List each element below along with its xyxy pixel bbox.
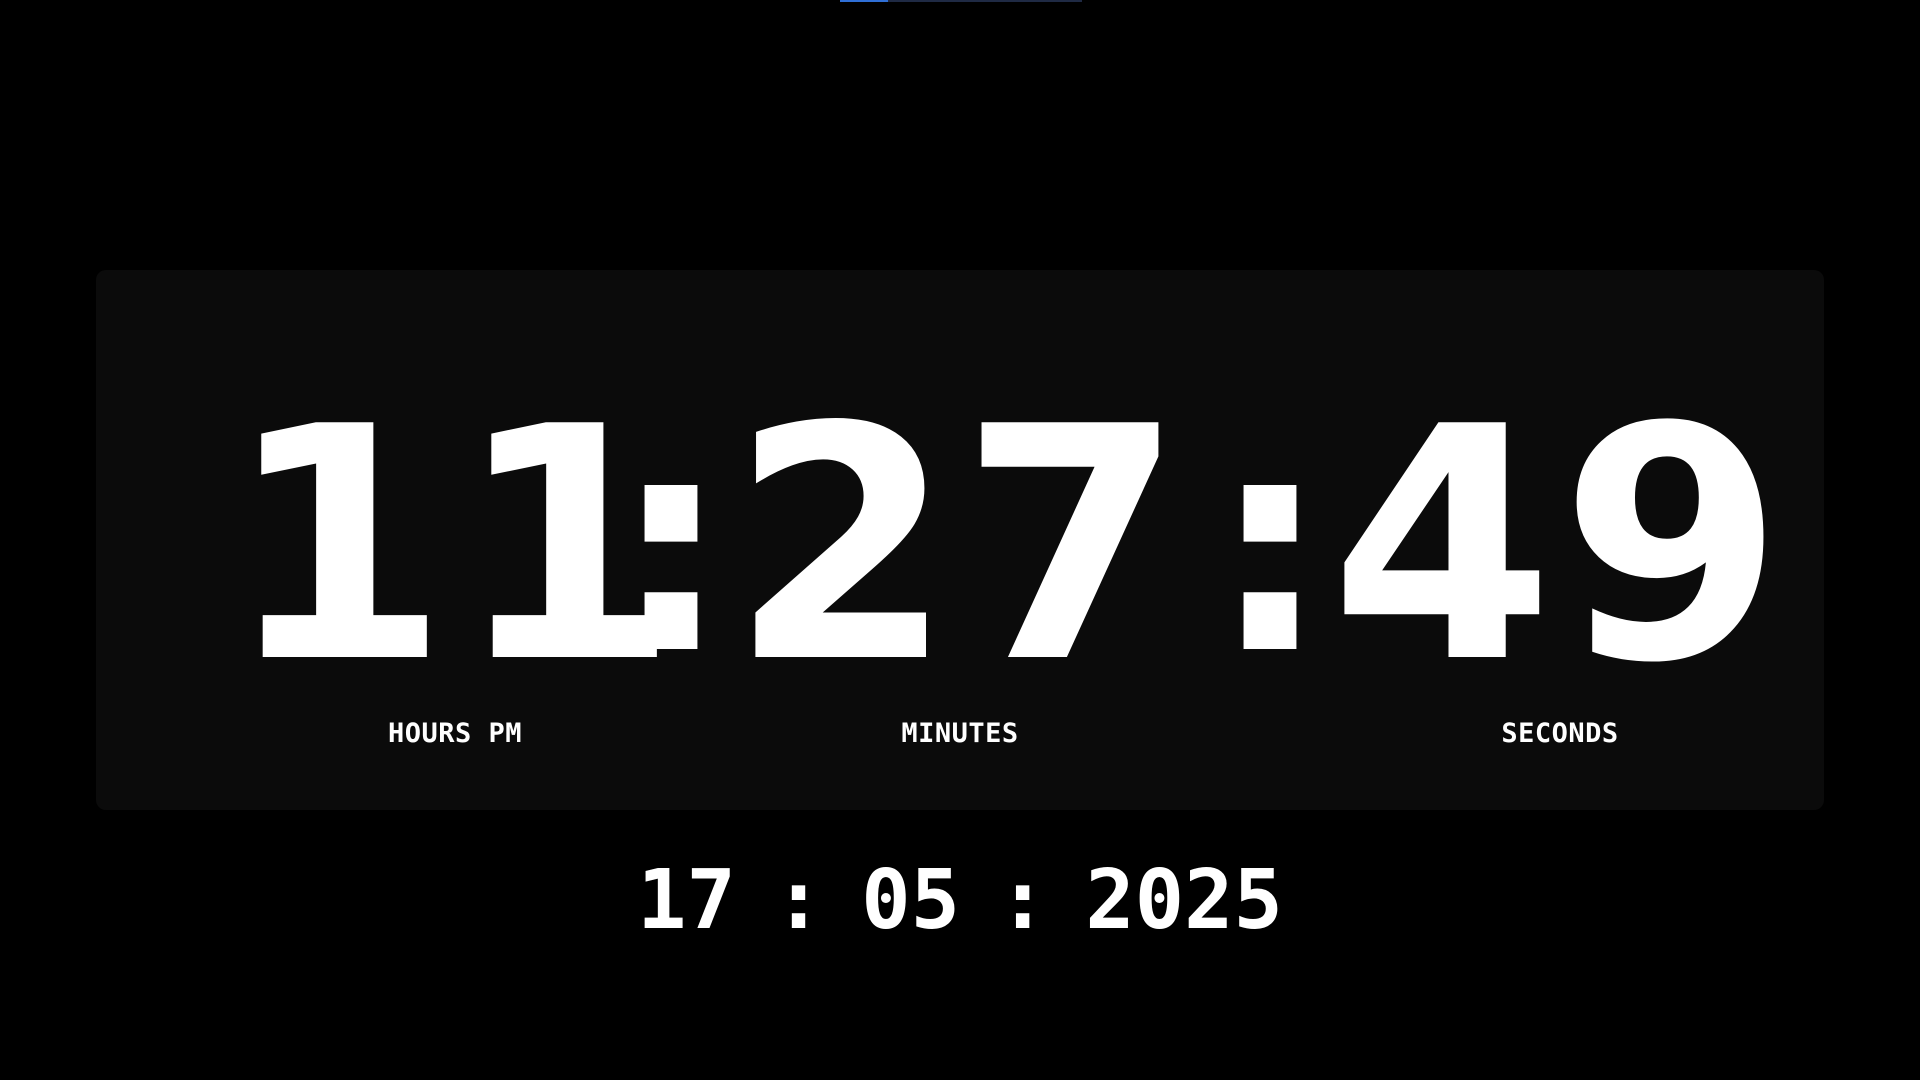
seconds-value: 49 xyxy=(1329,358,1791,733)
date-year: 2025 xyxy=(1085,853,1283,948)
date-separator-2: : xyxy=(998,853,1048,948)
date-display: 17:05:2025 xyxy=(0,856,1920,946)
seconds-label: SECONDS xyxy=(1501,718,1619,749)
clock-panel: 11 HOURS PM : 27 MINUTES : 49 SECONDS xyxy=(96,270,1824,810)
date-month: 05 xyxy=(861,853,960,948)
date-day: 17 xyxy=(637,853,736,948)
date-separator-1: : xyxy=(773,853,824,948)
top-progress-indicator xyxy=(840,0,1082,2)
minutes-label: MINUTES xyxy=(901,718,1019,749)
minutes-value: 27 xyxy=(729,358,1191,733)
top-progress-fill xyxy=(840,0,889,2)
